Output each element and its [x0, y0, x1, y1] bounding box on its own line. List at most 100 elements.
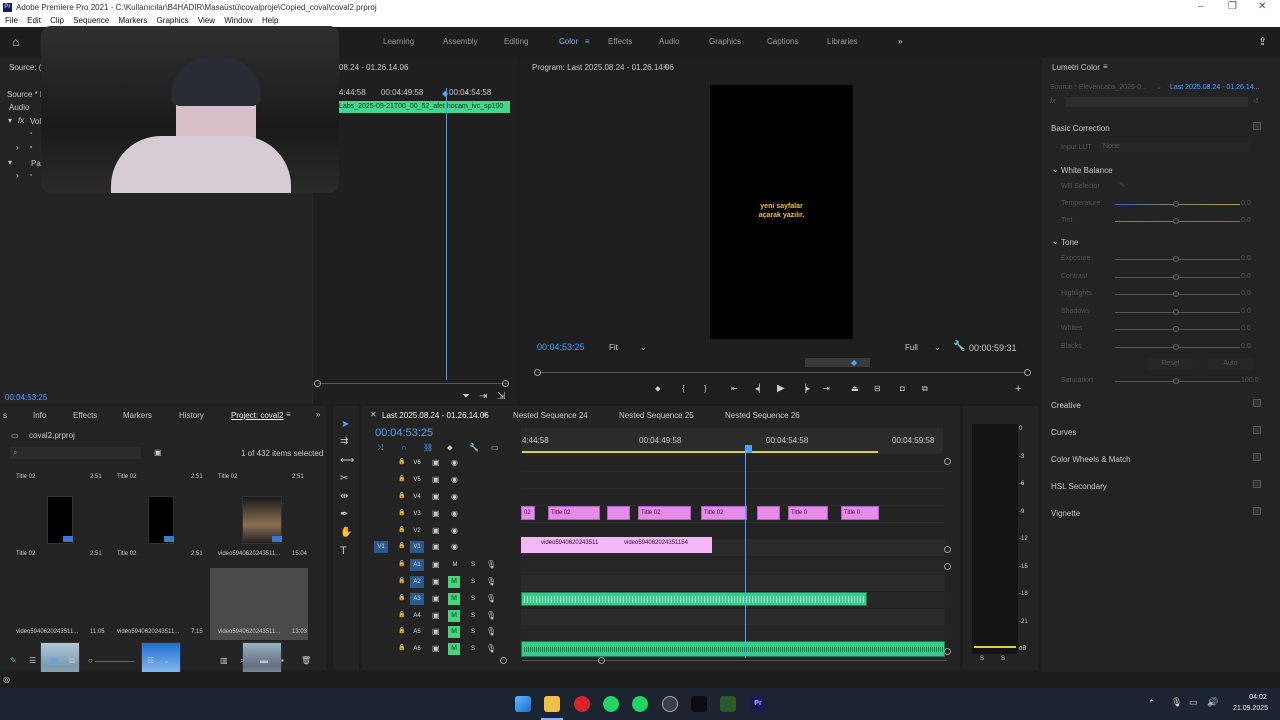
v3-clip[interactable]: Title 0: [841, 506, 879, 520]
v3-clip[interactable]: 02: [521, 506, 535, 520]
scroll-handle[interactable]: [944, 546, 951, 553]
find-icon[interactable]: ⌕: [240, 656, 244, 666]
add-marker-icon[interactable]: ⬥: [447, 443, 453, 453]
effect-select[interactable]: [1066, 97, 1248, 107]
tab-info[interactable]: Info: [33, 411, 46, 420]
panel-menu-icon[interactable]: ≡: [1103, 62, 1108, 71]
eyedropper-icon[interactable]: ✎: [1119, 181, 1125, 189]
basic-correction-checkbox[interactable]: [1253, 122, 1261, 130]
lumetri-section-header[interactable]: Curves: [1051, 428, 1076, 437]
lift-icon[interactable]: ⏏: [851, 384, 859, 393]
lock-icon[interactable]: 🔒: [398, 594, 405, 601]
lumetri-section-checkbox[interactable]: [1253, 480, 1261, 488]
project-item-name[interactable]: video5940620243511...: [117, 629, 179, 635]
chevron-down-icon[interactable]: ⌄: [1156, 83, 1162, 91]
project-item-name[interactable]: Title 02: [16, 551, 35, 557]
v1-clip[interactable]: video594062024351154: [622, 537, 712, 553]
go-to-in-icon[interactable]: ⇤: [731, 384, 738, 393]
track-target[interactable]: V3: [410, 508, 424, 520]
microphone-icon[interactable]: 🎙: [486, 594, 496, 603]
lock-icon[interactable]: 🔒: [398, 475, 405, 482]
filmstrip-icon[interactable]: ▣: [432, 560, 440, 569]
source-patch-v1[interactable]: V1: [374, 541, 388, 553]
chevron-up-icon[interactable]: ⌃: [1148, 698, 1156, 709]
menu-graphics[interactable]: Graphics: [157, 16, 189, 25]
expand-icon[interactable]: ›: [16, 143, 19, 152]
program-menu-icon[interactable]: ≡: [663, 62, 668, 71]
panel-menu-icon[interactable]: ≡: [482, 410, 487, 419]
scroll-handle[interactable]: [502, 380, 509, 387]
chevron-down-icon[interactable]: ⌄: [640, 343, 647, 352]
lumetri-section-checkbox[interactable]: [1253, 399, 1261, 407]
filter-icon[interactable]: ⏷: [462, 391, 470, 402]
scroll-handle[interactable]: [314, 380, 321, 387]
program-scrub-bar[interactable]: [538, 372, 1026, 373]
chevron-down-icon[interactable]: ⌄: [1052, 237, 1059, 246]
microphone-icon[interactable]: 🎙: [486, 560, 496, 569]
lock-icon[interactable]: 🔒: [398, 458, 405, 465]
eye-icon[interactable]: ◉: [451, 475, 458, 484]
program-timecode[interactable]: 00:04:53:25: [537, 342, 585, 352]
step-forward-icon[interactable]: ▕▸: [800, 384, 810, 393]
more-workspaces-icon[interactable]: »: [898, 37, 902, 46]
expand-icon[interactable]: ▾: [8, 116, 12, 125]
filmstrip-icon[interactable]: ▣: [432, 644, 440, 653]
camera-icon[interactable]: ◘: [900, 384, 905, 393]
freeform-view-icon[interactable]: ⧉: [69, 656, 75, 666]
solo-button[interactable]: S: [466, 626, 480, 638]
type-tool-icon[interactable]: T: [340, 545, 347, 557]
tone-row-value[interactable]: 0.0: [1241, 325, 1251, 332]
more-tabs-icon[interactable]: »: [316, 410, 320, 419]
v1-clip[interactable]: video5940620243511: [539, 537, 622, 553]
v3-clip[interactable]: Title 02: [638, 506, 691, 520]
filmstrip-icon[interactable]: ▣: [432, 492, 440, 501]
filmstrip-icon[interactable]: ▣: [432, 475, 440, 484]
tone-row-value[interactable]: 0.0: [1241, 290, 1251, 297]
source-clip[interactable]: Labs_2025-09-21T00_00_52_afet hocam_ivc_…: [338, 101, 510, 113]
v1-clip[interactable]: [521, 537, 539, 553]
new-bin-icon[interactable]: ▬: [260, 656, 268, 665]
playhead-marker-icon[interactable]: ◆: [851, 358, 857, 367]
wb-row-value[interactable]: 0.0: [1241, 200, 1251, 207]
tone-slider-knob[interactable]: [1173, 273, 1179, 280]
project-item-name[interactable]: video5940620243511...: [218, 551, 280, 557]
v3-clip[interactable]: Title 02: [701, 506, 747, 520]
track-target[interactable]: V6: [410, 457, 424, 469]
project-item-name[interactable]: Title 02: [16, 474, 35, 480]
menu-sequence[interactable]: Sequence: [73, 16, 109, 25]
lumetri-source[interactable]: Source * ElevenLabs_2025-0...: [1050, 84, 1160, 91]
close-icon[interactable]: ✕: [370, 410, 377, 419]
fit-select[interactable]: Fit: [609, 343, 618, 352]
network-icon[interactable]: ▭: [1189, 697, 1198, 708]
list-view-icon[interactable]: ☰: [29, 656, 36, 665]
selection-tool-icon[interactable]: ➤: [341, 419, 349, 430]
v3-clip[interactable]: [607, 506, 630, 520]
opera-icon[interactable]: [574, 696, 590, 712]
tone-slider-knob[interactable]: [1173, 291, 1179, 297]
zoom-bar[interactable]: [805, 358, 870, 367]
track-target[interactable]: V5: [410, 474, 424, 486]
basic-correction-header[interactable]: Basic Correction: [1051, 124, 1110, 133]
tone-slider-knob[interactable]: [1173, 256, 1179, 262]
automate-icon[interactable]: ▥: [220, 656, 228, 665]
tab-history[interactable]: History: [179, 411, 204, 420]
chevron-down-icon[interactable]: ⌄: [1052, 165, 1059, 174]
stopwatch-icon[interactable]: ◔: [28, 171, 33, 180]
playhead-marker-icon[interactable]: [745, 445, 752, 453]
filmstrip-icon[interactable]: ▣: [432, 594, 440, 603]
clock-time[interactable]: 04:02: [1243, 694, 1273, 701]
tab-markers[interactable]: Markers: [123, 411, 152, 420]
stopwatch-icon[interactable]: ◔: [28, 143, 33, 152]
eye-icon[interactable]: ◉: [451, 492, 458, 501]
compare-view-icon[interactable]: ⧉: [922, 384, 928, 394]
pencil-icon[interactable]: ✎: [10, 656, 17, 665]
mute-button[interactable]: M: [448, 559, 462, 571]
track-target[interactable]: A2: [410, 576, 424, 588]
slip-icon[interactable]: ⇹: [340, 491, 348, 502]
restore-icon[interactable]: ❐: [1228, 1, 1237, 12]
lock-icon[interactable]: 🔒: [398, 509, 405, 516]
solo-button[interactable]: S: [466, 643, 480, 655]
wb-slider-knob[interactable]: [1173, 201, 1179, 207]
tone-slider-knob[interactable]: [1173, 308, 1179, 315]
add-button-icon[interactable]: +: [1015, 383, 1021, 395]
